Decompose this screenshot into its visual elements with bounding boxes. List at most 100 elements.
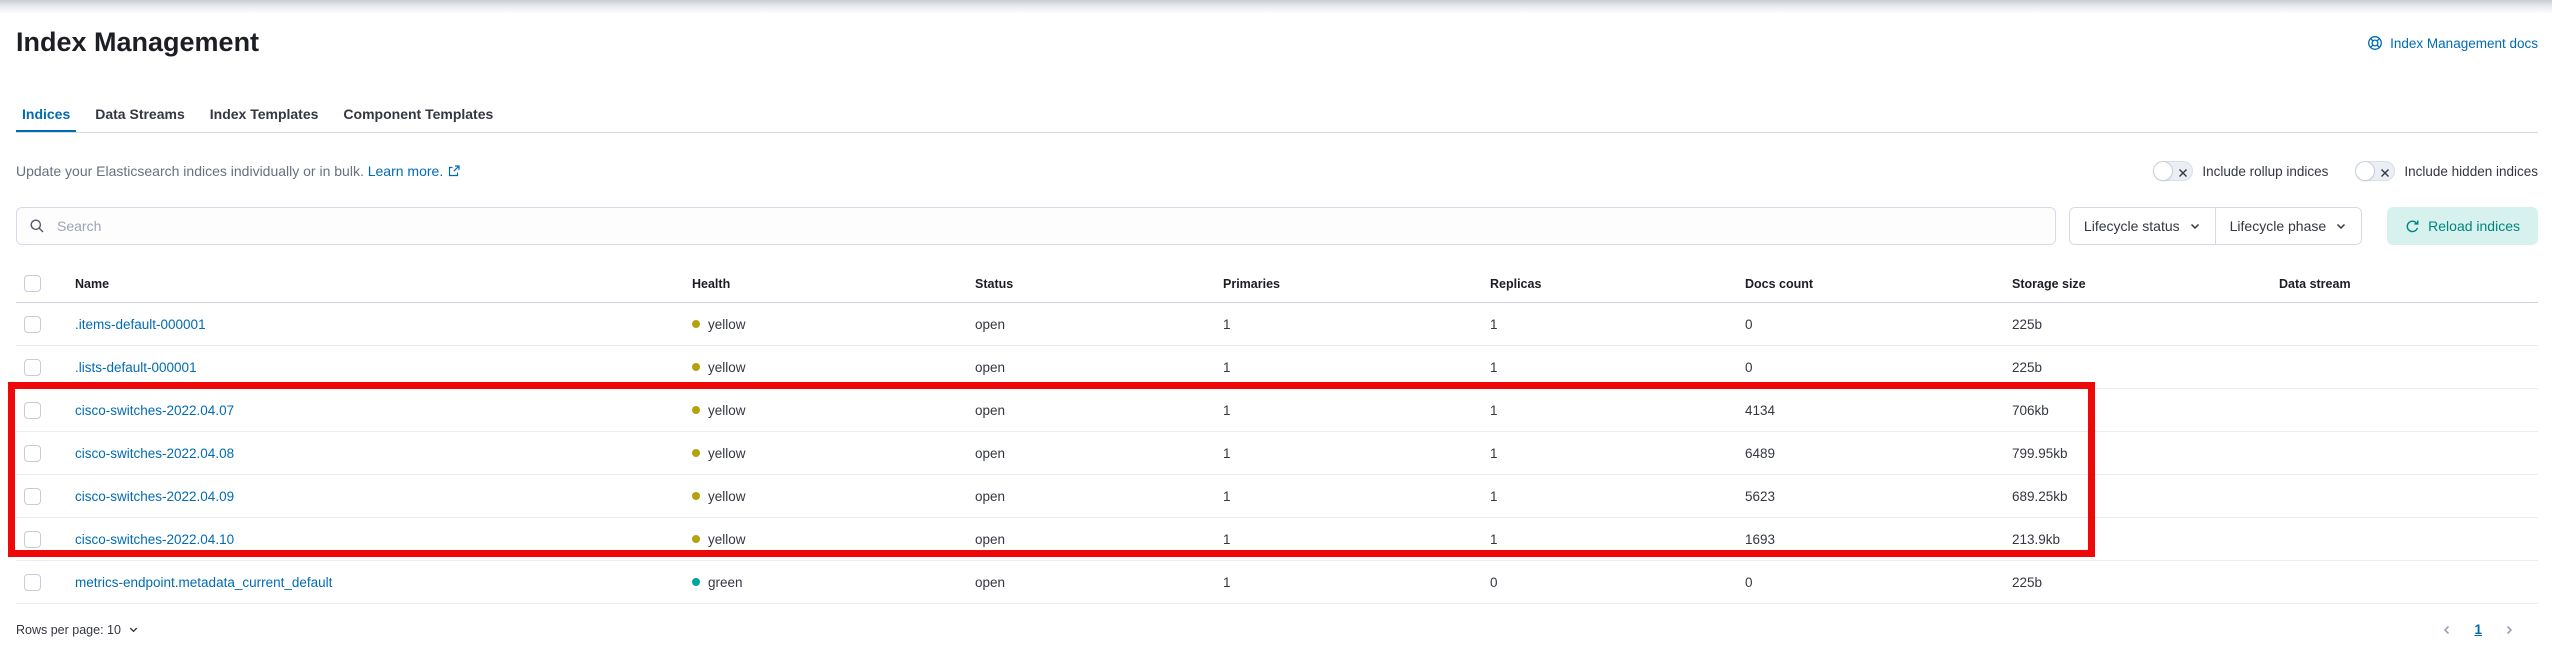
health-dot-icon [692, 363, 700, 371]
rollup-switch[interactable] [2153, 161, 2194, 181]
replicas-cell: 1 [1482, 345, 1737, 389]
storage-size-cell: 225b [2004, 560, 2271, 604]
description-text: Update your Elasticsearch indices indivi… [16, 163, 460, 180]
row-checkbox[interactable] [24, 487, 41, 505]
pager: 1 [2440, 622, 2516, 637]
tab-index-templates[interactable]: Index Templates [204, 96, 325, 132]
data-stream-cell [2271, 474, 2538, 518]
page-number-1[interactable]: 1 [2474, 622, 2482, 637]
primaries-cell: 1 [1215, 345, 1482, 389]
docs-count-cell: 0 [1737, 345, 2004, 389]
index-name-link[interactable]: cisco-switches-2022.04.09 [75, 489, 234, 504]
description-row: Update your Elasticsearch indices indivi… [16, 161, 2538, 181]
replicas-cell: 1 [1482, 431, 1737, 475]
toggle-group: Include rollup indices Include hidden in… [2153, 161, 2538, 181]
row-checkbox[interactable] [24, 444, 41, 462]
index-name-link[interactable]: cisco-switches-2022.04.07 [75, 403, 234, 418]
column-header-primaries[interactable]: Primaries [1215, 269, 1482, 303]
chevron-left-icon [2440, 625, 2454, 640]
column-header-status[interactable]: Status [967, 269, 1215, 303]
health-cell: yellow [692, 317, 959, 332]
toggle-include-hidden[interactable]: Include hidden indices [2355, 161, 2538, 181]
lifecycle-phase-filter[interactable]: Lifecycle phase [2214, 208, 2362, 244]
docs-link-label: Index Management docs [2390, 35, 2538, 51]
replicas-cell: 1 [1482, 388, 1737, 432]
row-checkbox[interactable] [24, 401, 41, 419]
table-row: cisco-switches-2022.04.09 yellow open 1 … [16, 474, 2538, 518]
toggle-include-rollup[interactable]: Include rollup indices [2153, 161, 2328, 181]
search-toolbar: Lifecycle status Lifecycle phase Reload … [16, 207, 2538, 245]
health-dot-icon [692, 492, 700, 500]
index-name-link[interactable]: cisco-switches-2022.04.10 [75, 532, 234, 547]
health-cell: yellow [692, 360, 959, 375]
tab-data-streams[interactable]: Data Streams [89, 96, 191, 132]
cross-icon [2380, 166, 2390, 181]
data-stream-cell [2271, 431, 2538, 475]
column-header-data-stream[interactable]: Data stream [2271, 269, 2538, 303]
data-stream-cell [2271, 388, 2538, 432]
page-title: Index Management [16, 27, 260, 57]
column-header-replicas[interactable]: Replicas [1482, 269, 1737, 303]
tab-component-templates[interactable]: Component Templates [337, 96, 499, 132]
tab-bar: Indices Data Streams Index Templates Com… [16, 96, 2538, 133]
data-stream-cell [2271, 560, 2538, 604]
column-header-health[interactable]: Health [684, 269, 967, 303]
row-checkbox[interactable] [24, 573, 41, 591]
docs-count-cell: 4134 [1737, 388, 2004, 432]
tab-indices[interactable]: Indices [16, 96, 76, 132]
docs-count-cell: 5623 [1737, 474, 2004, 518]
external-link-icon [448, 164, 460, 180]
search-icon [29, 218, 45, 239]
search-box [16, 207, 2056, 245]
index-name-link[interactable]: cisco-switches-2022.04.08 [75, 446, 234, 461]
data-stream-cell [2271, 517, 2538, 561]
page-header: Index Management Index Management docs [16, 26, 2538, 58]
reload-indices-button[interactable]: Reload indices [2387, 207, 2538, 245]
docs-link[interactable]: Index Management docs [2367, 35, 2538, 51]
health-cell: yellow [692, 403, 959, 418]
learn-more-link[interactable]: Learn more. [368, 163, 460, 179]
row-checkbox[interactable] [24, 530, 41, 548]
next-page-button[interactable] [2502, 623, 2516, 637]
storage-size-cell: 706kb [2004, 388, 2271, 432]
column-header-storage-size[interactable]: Storage size [2004, 269, 2271, 303]
primaries-cell: 1 [1215, 431, 1482, 475]
table-row: cisco-switches-2022.04.08 yellow open 1 … [16, 431, 2538, 475]
status-cell: open [967, 388, 1215, 432]
hidden-switch[interactable] [2355, 161, 2396, 181]
primaries-cell: 1 [1215, 474, 1482, 518]
health-label: green [708, 574, 743, 590]
column-header-docs-count[interactable]: Docs count [1737, 269, 2004, 303]
previous-page-button[interactable] [2440, 623, 2454, 637]
replicas-cell: 1 [1482, 517, 1737, 561]
health-label: yellow [708, 488, 746, 504]
row-checkbox[interactable] [24, 358, 41, 376]
status-cell: open [967, 474, 1215, 518]
toggle-label: Include rollup indices [2202, 163, 2329, 179]
replicas-cell: 1 [1482, 302, 1737, 346]
health-label: yellow [708, 316, 746, 332]
search-input[interactable] [16, 207, 2056, 245]
row-checkbox[interactable] [24, 315, 41, 333]
chevron-down-icon [2335, 220, 2347, 232]
index-name-link[interactable]: .items-default-000001 [75, 317, 206, 332]
primaries-cell: 1 [1215, 302, 1482, 346]
lifecycle-status-filter[interactable]: Lifecycle status [2069, 208, 2215, 244]
index-name-link[interactable]: .lists-default-000001 [75, 360, 197, 375]
rows-per-page-control[interactable]: Rows per page: 10 [16, 623, 139, 637]
pagination-row: Rows per page: 10 1 [16, 622, 2538, 637]
status-cell: open [967, 345, 1215, 389]
docs-count-cell: 0 [1737, 302, 2004, 346]
index-name-link[interactable]: metrics-endpoint.metadata_current_defaul… [75, 575, 332, 590]
docs-count-cell: 6489 [1737, 431, 2004, 475]
data-stream-cell [2271, 302, 2538, 346]
refresh-icon [2405, 219, 2420, 234]
health-label: yellow [708, 531, 746, 547]
docs-count-cell: 0 [1737, 560, 2004, 604]
primaries-cell: 1 [1215, 560, 1482, 604]
select-all-checkbox[interactable] [24, 275, 41, 292]
column-header-name[interactable]: Name [67, 269, 684, 303]
table-row: .items-default-000001 yellow open 1 1 0 … [16, 302, 2538, 346]
table-header-row: Name Health Status Primaries Replicas Do… [16, 269, 2538, 303]
table-row: cisco-switches-2022.04.07 yellow open 1 … [16, 388, 2538, 432]
